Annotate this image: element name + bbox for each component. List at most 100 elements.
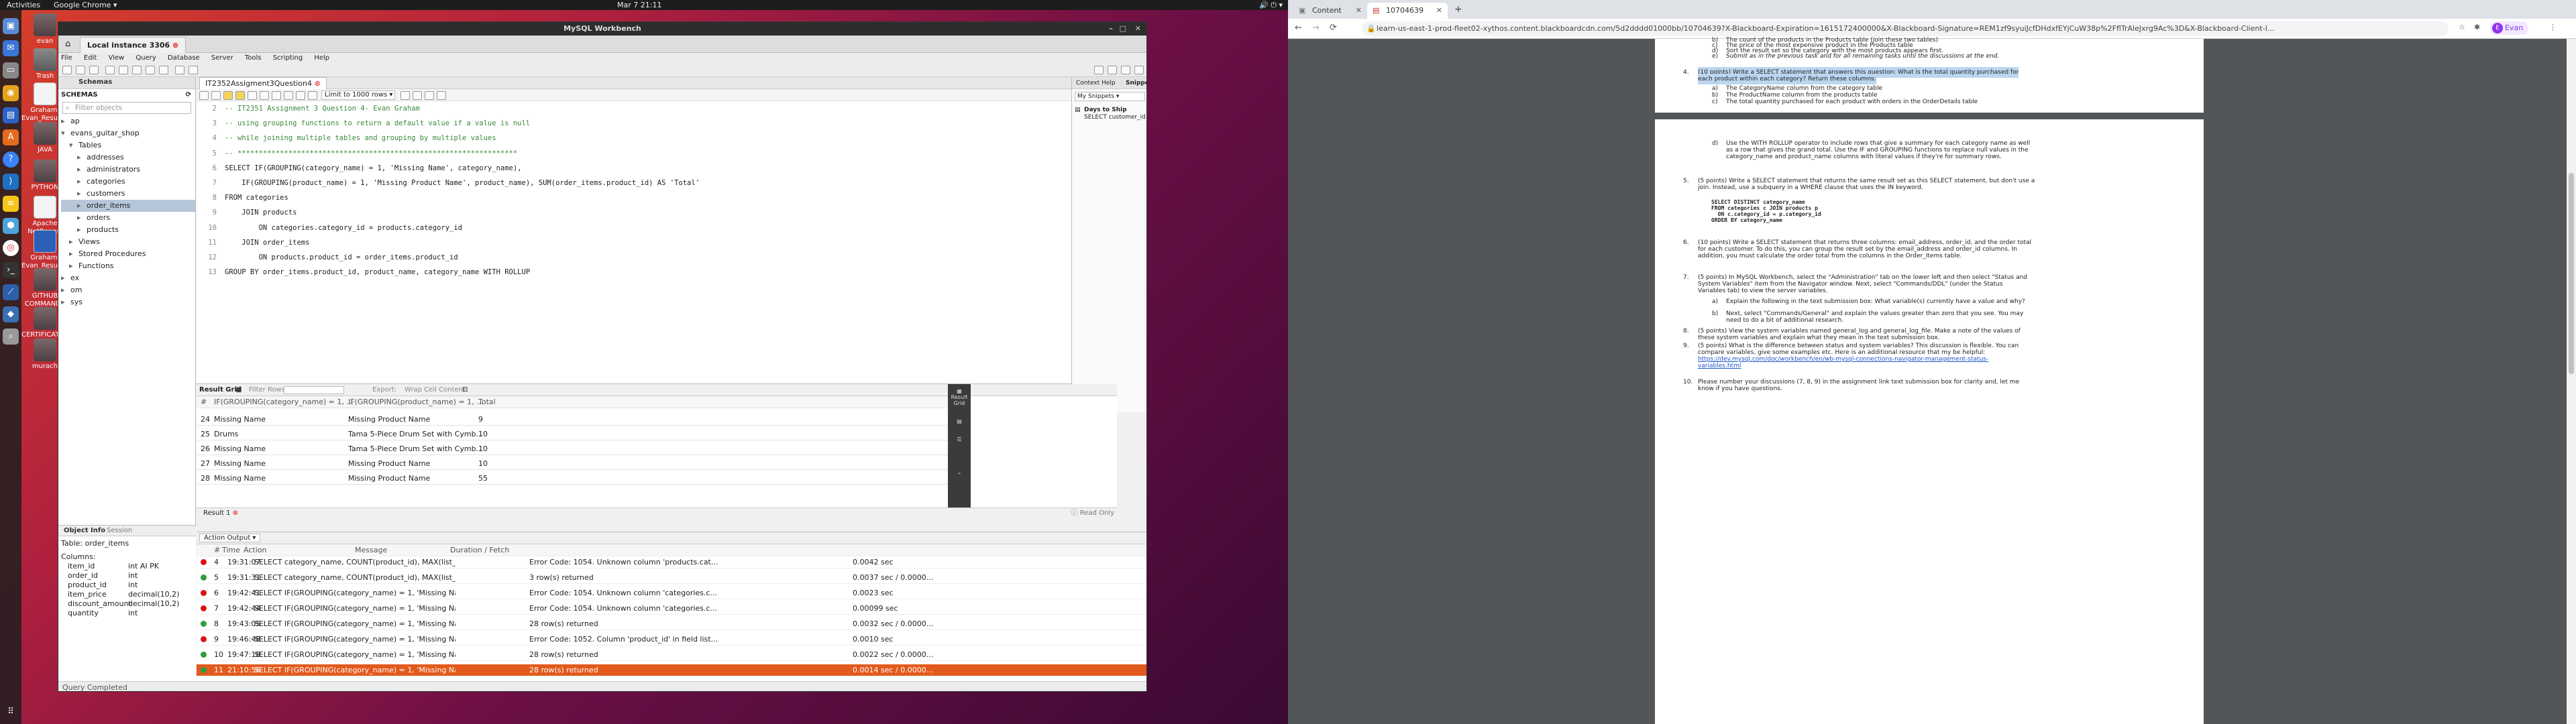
db-object-icon[interactable]: ▸ xyxy=(77,212,87,224)
grid-cell[interactable]: Missing Name xyxy=(214,458,266,470)
reconnect-icon[interactable] xyxy=(189,66,198,74)
menu-edit[interactable]: Edit xyxy=(84,54,97,62)
docs-link-continued[interactable]: variables.html xyxy=(1698,361,1741,371)
code-line[interactable]: 13 GROUP BY order_items.product_id, produ… xyxy=(197,265,700,280)
grid-cell[interactable]: 10 xyxy=(478,428,488,440)
field-types-button[interactable]: ☰ xyxy=(948,436,971,442)
output-row[interactable]: 10 19:47:18 SELECT IF(GROUPING(category_na… xyxy=(197,649,1146,661)
grid-column-header[interactable]: IF(GROUPING(category_name) = 1, ... xyxy=(214,396,354,408)
word-wrap-icon[interactable] xyxy=(437,91,446,100)
schema-tree-item[interactable]: ▸ administrators xyxy=(61,164,195,176)
menu-view[interactable]: View xyxy=(108,54,124,62)
close-button[interactable]: ✕ xyxy=(1135,22,1141,36)
app-menu[interactable]: Google Chrome ▾ xyxy=(54,0,117,10)
table-row[interactable]: 25 Drums Tama 5-Piece Drum Set with Cymb..… xyxy=(197,428,948,440)
menu-database[interactable]: Database xyxy=(168,54,200,62)
schema-tree-item[interactable]: ▸ sys xyxy=(61,296,195,308)
wrap-cell-label[interactable]: Wrap Cell Content: xyxy=(405,384,468,396)
db-object-icon[interactable]: ▸ xyxy=(77,188,87,200)
writer-dock-icon[interactable]: ▤ xyxy=(3,107,19,123)
show-apps-icon[interactable]: ⠿ xyxy=(3,704,19,720)
stop-icon[interactable] xyxy=(260,91,269,100)
db-object-icon[interactable]: ▸ xyxy=(77,152,87,164)
grid-column-header[interactable]: # xyxy=(201,396,207,408)
software-dock-icon[interactable]: A xyxy=(3,129,19,145)
schema-tree-item[interactable]: ▸ order_items xyxy=(61,200,195,212)
output-row[interactable]: 4 19:31:07 SELECT category_name, COUNT(pro… xyxy=(197,556,1146,568)
grid-cell[interactable]: 25 xyxy=(201,428,210,440)
tab-schemas[interactable]: Schemas xyxy=(78,77,112,88)
scrollbar-thumb[interactable] xyxy=(2569,173,2574,374)
grid-cell[interactable]: Missing Product Name xyxy=(348,458,430,470)
grid-cell[interactable]: 28 xyxy=(201,473,210,485)
save-file-icon[interactable] xyxy=(211,91,221,100)
menu-query[interactable]: Query xyxy=(136,54,156,62)
db-object-icon[interactable]: ▸ xyxy=(77,176,87,188)
search-dock-icon[interactable]: ⌕ xyxy=(3,328,19,345)
grid-cell[interactable]: Drums xyxy=(214,428,238,440)
schema-tree-item[interactable]: ▸ products xyxy=(61,224,195,236)
create-function-icon[interactable] xyxy=(159,66,168,74)
open-file-icon[interactable] xyxy=(199,91,209,100)
code-line[interactable]: 8 FROM categories xyxy=(197,190,700,205)
expand-arrow-icon[interactable]: ▸ xyxy=(61,272,70,284)
toggle-sidebar-icon[interactable] xyxy=(1108,66,1117,74)
home-icon[interactable]: ⌂ xyxy=(65,39,70,49)
db-object-icon[interactable]: ▸ xyxy=(69,248,78,260)
grid-column-header[interactable]: Total xyxy=(478,396,496,408)
pdf-scrollbar[interactable] xyxy=(2567,39,2576,724)
expand-arrow-icon[interactable]: ▸ xyxy=(61,284,70,296)
code-line[interactable]: 3 -- using grouping functions to return a… xyxy=(197,116,700,131)
extensions-icon[interactable]: ✱ xyxy=(2474,23,2480,32)
output-type-select[interactable]: Action Output ▾ xyxy=(199,534,261,542)
forward-icon[interactable]: → xyxy=(1312,23,1320,33)
wrap-cell-icon[interactable]: ⊡ xyxy=(462,384,468,396)
close-query-tab-icon[interactable]: ⊗ xyxy=(314,79,320,88)
snippets-category-select[interactable]: My Snippets ▾ xyxy=(1075,92,1145,101)
grid-cell[interactable]: 10 xyxy=(478,458,488,470)
stop-on-error-icon[interactable] xyxy=(272,91,281,100)
profile-button[interactable]: E Evan xyxy=(2490,21,2529,35)
activities-button[interactable]: Activities xyxy=(7,0,40,10)
code-line[interactable]: 10 ON categories.category_id = products.… xyxy=(197,221,700,235)
form-editor-button[interactable]: ▤ xyxy=(948,418,971,424)
execute-lightning-icon[interactable] xyxy=(223,91,233,100)
db-object-icon[interactable]: ▸ xyxy=(77,200,87,212)
output-row[interactable]: 5 19:31:31 SELECT category_name, COUNT(pro… xyxy=(197,572,1146,584)
thunderbird-dock-icon[interactable]: ✉ xyxy=(3,40,19,56)
clock[interactable]: Mar 7 21:11 xyxy=(617,0,661,10)
vscode-dock-icon[interactable]: ⟩ xyxy=(3,174,19,190)
help-dock-icon[interactable]: ? xyxy=(3,152,19,168)
search-table-data-icon[interactable] xyxy=(175,66,184,74)
menu-server[interactable]: Server xyxy=(211,54,233,62)
schema-tree-item[interactable]: ▸ categories xyxy=(61,176,195,188)
autocommit-icon[interactable] xyxy=(308,91,317,100)
table-row[interactable]: 27 Missing Name Missing Product Name 10 xyxy=(197,458,948,470)
create-procedure-icon[interactable] xyxy=(146,66,155,74)
grid-cell[interactable]: Tama 5-Piece Drum Set with Cymb... xyxy=(348,443,483,455)
new-tab-icon[interactable]: + xyxy=(1454,4,1462,15)
schema-tree-item[interactable]: ▸ om xyxy=(61,284,195,296)
output-row[interactable]: 7 19:42:44 SELECT IF(GROUPING(category_nam… xyxy=(197,603,1146,615)
tab-context-help[interactable]: Context Help xyxy=(1076,77,1116,88)
db-object-icon[interactable]: ▸ xyxy=(77,164,87,176)
system-tray[interactable]: 🔊 ⏻ ▾ xyxy=(1259,0,1283,10)
code-line[interactable]: 4 -- while joining multiple tables and gr… xyxy=(197,131,700,145)
new-sql-tab-icon[interactable] xyxy=(62,66,72,74)
toggle-secondary-icon[interactable] xyxy=(1134,66,1144,74)
grid-cell[interactable]: 26 xyxy=(201,443,210,455)
mysql-workbench-dock-icon[interactable]: ⬢ xyxy=(3,218,19,234)
menu-file[interactable]: File xyxy=(61,54,72,62)
find-replace-icon[interactable] xyxy=(413,91,422,100)
grid-cell[interactable]: Missing Product Name xyxy=(348,473,430,485)
schema-tree-item[interactable]: ▸ ex xyxy=(61,272,195,284)
grid-cell[interactable]: Missing Name xyxy=(214,473,266,485)
settings-gear-icon[interactable] xyxy=(1094,66,1104,74)
tab-query-file[interactable]: IT2352Assigment3Question4 ⊗ xyxy=(199,77,327,89)
grid-cell[interactable]: Missing Product Name xyxy=(348,414,430,426)
output-row[interactable]: 11 21:10:56 SELECT IF(GROUPING(category_na… xyxy=(197,664,1146,676)
tab-assignment-pdf[interactable]: ▤ 10704639 ✕ xyxy=(1367,3,1448,19)
close-tab-icon[interactable]: ⊗ xyxy=(172,41,178,50)
grid-cell[interactable]: 27 xyxy=(201,458,210,470)
tab-session[interactable]: Session xyxy=(107,526,132,536)
